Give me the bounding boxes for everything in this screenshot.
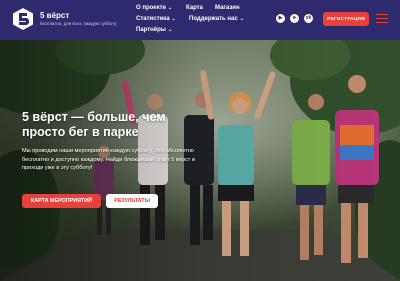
menu-icon[interactable] (376, 14, 388, 23)
nav-map[interactable]: Карта (186, 5, 203, 11)
logo-icon[interactable] (12, 7, 34, 31)
hero-description: Мы проводим наши мероприятия каждую субб… (22, 148, 195, 172)
hero-banner: 5 вёрст — больше, чем просто бег в парке… (0, 40, 400, 281)
chevron-down-icon: ⌄ (167, 5, 173, 11)
hero-title: 5 вёрст — больше, чем просто бег в парке (22, 110, 166, 139)
chevron-down-icon: ⌄ (167, 27, 173, 33)
brand-name[interactable]: 5 вёрст (40, 11, 69, 20)
vk-icon[interactable]: vk (304, 14, 313, 23)
register-button[interactable]: РЕГИСТРАЦИЯ (323, 12, 369, 26)
nav-about-label: О проекте (136, 5, 166, 11)
nav-partners[interactable]: Партнёры ⌄ (136, 27, 172, 33)
nav-support[interactable]: Поддержать нас ⌄ (189, 16, 244, 22)
chevron-down-icon: ⌄ (239, 16, 244, 22)
nav-map-label: Карта (186, 5, 203, 11)
nav-about[interactable]: О проекте ⌄ (136, 5, 172, 11)
nav-support-label: Поддержать нас (189, 16, 238, 22)
nav-shop-label: Магазин (215, 5, 240, 11)
site-header: 5 вёрст бесплатно, для всех, каждую субб… (0, 0, 400, 40)
nav-shop[interactable]: Магазин (215, 5, 240, 11)
nav-partners-label: Партнёры (136, 27, 166, 33)
nav-statistics-label: Статистика (136, 16, 170, 22)
brand-tagline: бесплатно, для всех, каждую субботу (40, 21, 117, 26)
nav-statistics[interactable]: Статистика ⌄ (136, 16, 176, 22)
results-button[interactable]: РЕЗУЛЬТАТЫ (106, 194, 158, 208)
youtube-icon[interactable]: ▶ (276, 14, 285, 23)
events-map-button[interactable]: КАРТА МЕРОПРИЯТИЙ (22, 194, 101, 208)
telegram-icon[interactable]: ➤ (290, 14, 299, 23)
chevron-down-icon: ⌄ (171, 16, 176, 22)
